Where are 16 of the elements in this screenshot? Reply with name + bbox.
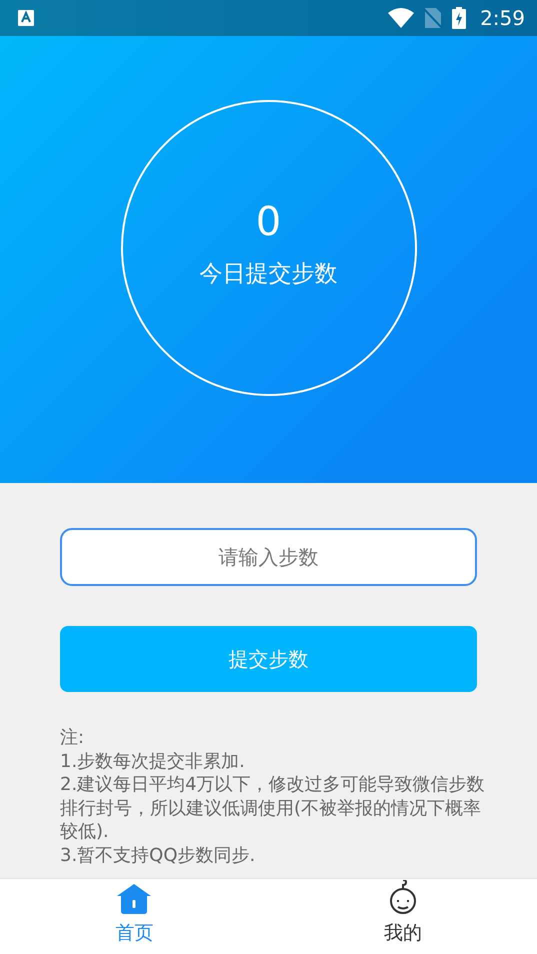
- clock-time: 2:59: [480, 6, 525, 30]
- keyboard-app-icon: [18, 10, 34, 26]
- step-count: 0: [256, 198, 282, 246]
- step-input-field[interactable]: 请输入步数: [60, 528, 477, 586]
- home-icon: [117, 884, 152, 914]
- step-count-label: 今日提交步数: [200, 260, 338, 289]
- wifi-icon: [388, 8, 414, 28]
- nav-tab[interactable]: 首页: [0, 879, 268, 954]
- note-text: 1.步数每次提交非累加.: [60, 750, 246, 773]
- note-text: 2.建议每日平均4万以下，修改过多可能导致微信步数排行封号，所以建议低调使用(不被举报的情况下概率较低).: [60, 773, 485, 844]
- battery-charging-icon: [452, 7, 466, 29]
- notes-title: 注:: [60, 726, 86, 750]
- note-text: 3.暂不支持QQ步数同步.: [60, 844, 256, 867]
- submit-steps-button[interactable]: 提交步数: [60, 626, 477, 692]
- nav-tab[interactable]: 我的: [268, 879, 537, 954]
- no-sim-icon: [424, 8, 442, 28]
